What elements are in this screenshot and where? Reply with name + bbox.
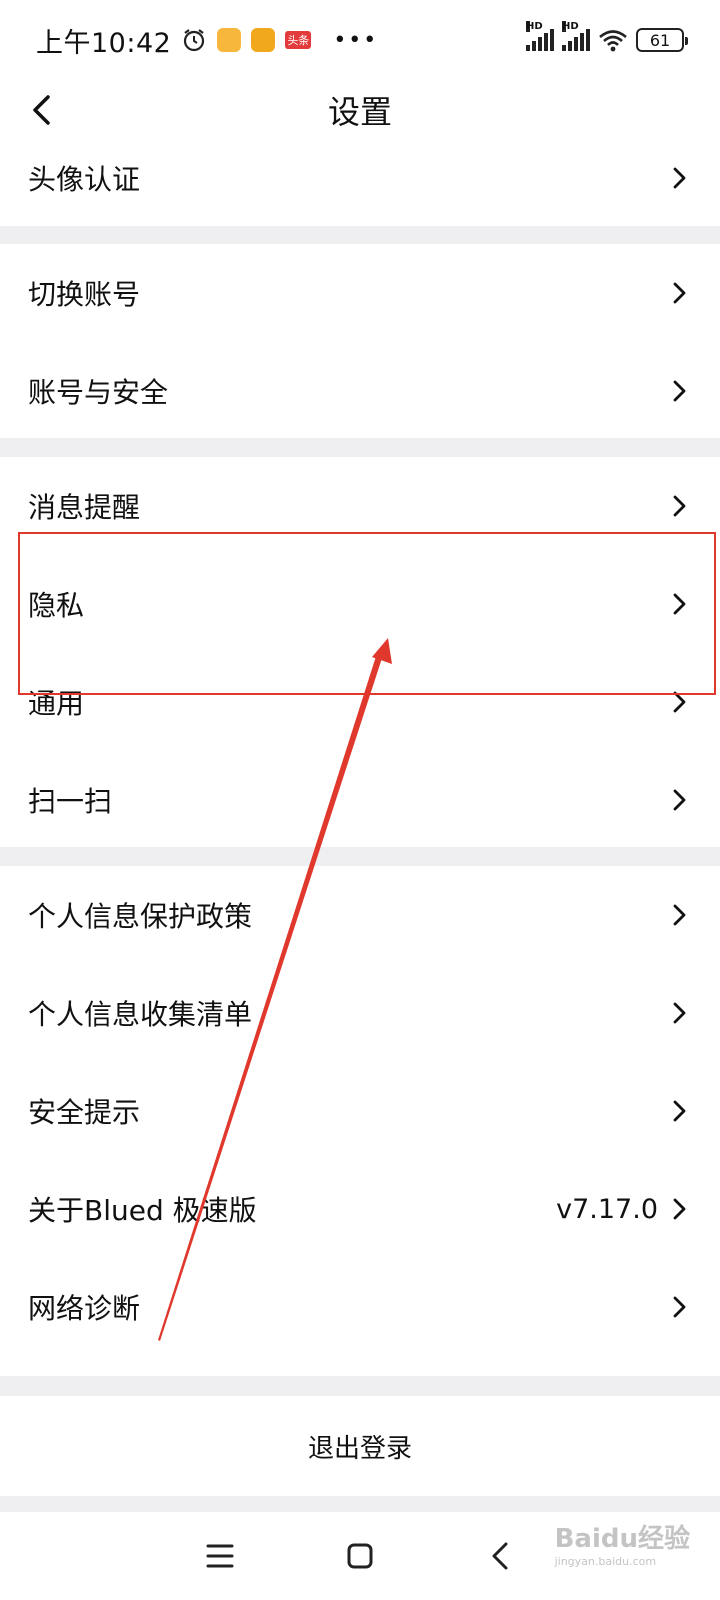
chevron-right-icon bbox=[668, 1197, 692, 1221]
home-square-icon bbox=[347, 1543, 373, 1569]
row-privacy-policy[interactable]: 个人信息保护政策 bbox=[0, 866, 720, 964]
hd-label: HD bbox=[526, 21, 543, 32]
baidu-watermark: Baidu经验 jingyan.baidu.com bbox=[555, 1518, 690, 1568]
page-title: 设置 bbox=[327, 93, 392, 131]
toutiao-app-icon: 头条 bbox=[285, 31, 312, 49]
chevron-right-icon bbox=[668, 788, 692, 812]
chevron-right-icon bbox=[668, 494, 692, 518]
row-network-diagnosis[interactable]: 网络诊断 bbox=[0, 1258, 720, 1356]
row-label: 切换账号 bbox=[28, 278, 141, 311]
row-info-collection-list[interactable]: 个人信息收集清单 bbox=[0, 964, 720, 1062]
app-version: v7.17.0 bbox=[556, 1193, 658, 1225]
chevron-right-icon bbox=[668, 903, 692, 927]
nav-header: 设置 bbox=[0, 80, 720, 140]
logout-button[interactable]: 退出登录 bbox=[0, 1396, 720, 1496]
chevron-left-icon bbox=[33, 95, 50, 125]
row-label: 隐私 bbox=[28, 589, 85, 622]
battery-icon: 61 bbox=[636, 28, 688, 52]
chevron-right-icon bbox=[668, 281, 692, 305]
chevron-right-icon bbox=[668, 166, 692, 190]
section-general: 消息提醒 隐私 通用 扫一扫 bbox=[0, 457, 720, 847]
row-notifications[interactable]: 消息提醒 bbox=[0, 457, 720, 555]
menu-nav-button[interactable] bbox=[198, 1534, 242, 1578]
status-left: 上午10:42 头条 ••• bbox=[36, 21, 378, 60]
logout-label: 退出登录 bbox=[307, 1433, 412, 1464]
section-about: 个人信息保护政策 个人信息收集清单 安全提示 关于Blued 极速版 v7.17… bbox=[0, 866, 720, 1376]
status-right: HD HD 61 bbox=[526, 21, 688, 52]
back-button[interactable] bbox=[28, 88, 72, 132]
row-avatar-verification[interactable]: 头像认证 bbox=[0, 140, 720, 216]
chevron-right-icon bbox=[668, 1295, 692, 1319]
row-label: 账号与安全 bbox=[28, 376, 169, 409]
row-about-app[interactable]: 关于Blued 极速版 v7.17.0 bbox=[0, 1160, 720, 1258]
hd-label: HD bbox=[562, 21, 579, 32]
row-label: 头像认证 bbox=[28, 163, 141, 196]
more-notifications-icon: ••• bbox=[333, 27, 379, 53]
back-nav-button[interactable] bbox=[478, 1534, 522, 1578]
notes-app-icon bbox=[217, 28, 242, 52]
row-general[interactable]: 通用 bbox=[0, 653, 720, 751]
chevron-right-icon bbox=[668, 379, 692, 403]
home-nav-button[interactable] bbox=[338, 1534, 382, 1578]
row-label: 个人信息保护政策 bbox=[28, 900, 253, 933]
alarm-icon bbox=[184, 29, 205, 52]
chevron-right-icon bbox=[668, 592, 692, 616]
row-scan[interactable]: 扫一扫 bbox=[0, 751, 720, 849]
chevron-right-icon bbox=[668, 1001, 692, 1025]
row-safety-tips[interactable]: 安全提示 bbox=[0, 1062, 720, 1160]
chevron-left-icon bbox=[492, 1542, 508, 1570]
row-privacy[interactable]: 隐私 bbox=[0, 555, 720, 653]
row-label: 网络诊断 bbox=[28, 1292, 141, 1325]
status-bar: 上午10:42 头条 ••• HD HD 61 bbox=[0, 0, 720, 80]
row-label: 安全提示 bbox=[28, 1096, 141, 1129]
row-label: 通用 bbox=[28, 687, 85, 720]
status-time: 上午10:42 bbox=[36, 27, 172, 59]
signal-icon-1: HD bbox=[526, 21, 554, 51]
section-avatar: 头像认证 bbox=[0, 140, 720, 226]
chevron-right-icon bbox=[668, 1099, 692, 1123]
row-switch-account[interactable]: 切换账号 bbox=[0, 244, 720, 342]
watermark-sub: jingyan.baidu.com bbox=[554, 1555, 657, 1568]
row-label: 扫一扫 bbox=[28, 785, 113, 818]
section-account: 切换账号 账号与安全 bbox=[0, 244, 720, 438]
wifi-icon bbox=[599, 30, 627, 52]
leaf-app-icon bbox=[251, 28, 276, 52]
chevron-right-icon bbox=[668, 690, 692, 714]
menu-icon bbox=[206, 1544, 234, 1568]
signal-icon-2: HD bbox=[562, 21, 590, 51]
row-label: 关于Blued 极速版 bbox=[28, 1194, 257, 1227]
row-label: 消息提醒 bbox=[28, 491, 141, 524]
row-account-security[interactable]: 账号与安全 bbox=[0, 342, 720, 440]
watermark-text: Baidu经验 bbox=[554, 1524, 690, 1554]
settings-screen: 上午10:42 头条 ••• HD HD 61 设置 头像认证 切换账号 账号与… bbox=[0, 0, 720, 1600]
row-label: 个人信息收集清单 bbox=[28, 998, 253, 1031]
